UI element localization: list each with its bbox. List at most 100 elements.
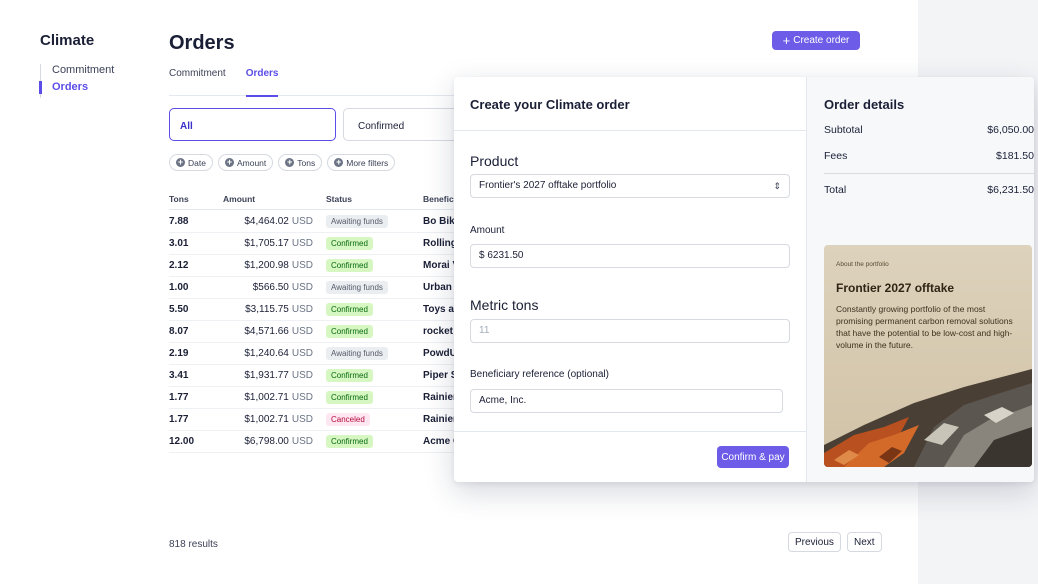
subtotal-row: Subtotal $6,050.00	[824, 124, 1034, 136]
cell-tons: 5.50	[169, 304, 189, 315]
sidebar-title: Climate	[40, 32, 95, 49]
header-status: Status	[326, 194, 352, 204]
product-select[interactable]: Frontier's 2027 offtake portfolio ⇕	[470, 174, 790, 198]
cell-amount: $4,571.66 USD	[223, 321, 313, 343]
amount-value: $1,200.98	[244, 260, 289, 271]
amount-value: $4,571.66	[244, 326, 289, 337]
cell-amount: $566.50 USD	[223, 277, 313, 299]
amount-value: $1,002.71	[244, 414, 289, 425]
status-badge: Awaiting funds	[326, 347, 388, 360]
cell-status: Confirmed	[326, 431, 373, 453]
divider	[454, 130, 806, 131]
next-button[interactable]: Next	[847, 532, 882, 552]
metric-tons-label: Metric tons	[470, 297, 539, 313]
card-title: Frontier 2027 offtake	[836, 281, 955, 295]
cell-tons: 8.07	[169, 326, 189, 337]
chip-label: More filters	[346, 157, 389, 168]
filter-card-confirmed[interactable]: Confirmed	[343, 108, 463, 141]
page-title: Orders	[169, 32, 235, 54]
currency-label: USD	[291, 436, 313, 447]
cell-beneficiary: rocket	[423, 326, 454, 337]
status-badge: Confirmed	[326, 325, 373, 338]
cell-status: Canceled	[326, 409, 370, 431]
chip-label: Date	[188, 157, 206, 168]
amount-value: $3,115.75	[245, 304, 289, 315]
sidebar-item-orders[interactable]: Orders	[39, 81, 140, 98]
filter-chips: + Date + Amount + Tons + More filters	[169, 154, 396, 171]
status-badge: Confirmed	[326, 237, 373, 250]
cell-tons: 3.01	[169, 238, 189, 249]
currency-label: USD	[291, 282, 313, 293]
fees-row: Fees $181.50	[824, 150, 1034, 162]
chip-label: Tons	[297, 157, 316, 168]
currency-label: USD	[291, 414, 313, 425]
chip-label: Amount	[236, 157, 267, 168]
create-order-label: Create order	[793, 35, 850, 46]
amount-value: $566.50	[252, 282, 289, 293]
beneficiary-ref-input[interactable]: Acme, Inc.	[470, 389, 783, 413]
amount-value: $6,798.00	[244, 436, 289, 447]
amount-input[interactable]: $ 6231.50	[470, 244, 790, 268]
tabs: Commitment Orders	[169, 68, 459, 97]
cell-tons: 1.00	[169, 282, 189, 293]
amount-value: $1,240.64	[244, 348, 289, 359]
cell-tons: 1.77	[169, 392, 189, 403]
cell-tons: 3.41	[169, 370, 189, 381]
sidebar-item-commitment[interactable]: Commitment	[41, 64, 140, 81]
status-badge: Confirmed	[326, 303, 373, 316]
metric-tons-input[interactable]: 11	[470, 319, 790, 343]
status-badge: Confirmed	[326, 259, 373, 272]
plus-circle-icon: +	[176, 157, 185, 167]
cell-beneficiary: Rainier	[423, 392, 457, 403]
cell-tons: 7.88	[169, 216, 189, 227]
fees-label: Fees	[824, 150, 848, 162]
currency-label: USD	[291, 392, 313, 403]
portfolio-card: About the portfolio Frontier 2027 offtak…	[824, 245, 1032, 467]
total-row: Total $6,231.50	[824, 184, 1034, 196]
amount-value: $4,464.02	[244, 216, 289, 227]
currency-label: USD	[291, 304, 313, 315]
currency-label: USD	[291, 238, 313, 249]
status-badge: Awaiting funds	[326, 281, 388, 294]
header-tons: Tons	[169, 194, 189, 204]
cell-beneficiary: PowdU	[423, 348, 457, 359]
chip-amount[interactable]: + Amount	[217, 154, 274, 171]
chip-date[interactable]: + Date	[169, 154, 213, 171]
tab-orders[interactable]: Orders	[245, 68, 278, 97]
header-beneficiary: Benefic	[423, 194, 454, 204]
cell-tons: 2.19	[169, 348, 189, 359]
tab-commitment[interactable]: Commitment	[169, 68, 226, 96]
subtotal-label: Subtotal	[824, 124, 863, 136]
header-amount: Amount	[223, 194, 256, 204]
confirm-pay-button[interactable]: Confirm & pay	[717, 446, 789, 468]
product-value: Frontier's 2027 offtake portfolio	[479, 180, 617, 191]
card-description: Constantly growing portfolio of the most…	[836, 304, 1013, 350]
form-title: Create your Climate order	[470, 97, 630, 112]
create-order-button[interactable]: + Create order	[772, 31, 860, 50]
divider	[454, 431, 806, 432]
chip-more-filters[interactable]: + More filters	[327, 154, 396, 171]
cell-status: Awaiting funds	[326, 343, 388, 365]
results-count: 818 results	[169, 539, 218, 550]
cell-status: Confirmed	[326, 321, 373, 343]
order-details-title: Order details	[824, 97, 905, 112]
cell-status: Awaiting funds	[326, 211, 388, 233]
filter-card-all[interactable]: All	[169, 108, 336, 141]
create-order-modal: Create your Climate order Product Fronti…	[454, 77, 1034, 482]
status-badge: Confirmed	[326, 391, 373, 404]
status-badge: Confirmed	[326, 369, 373, 382]
plus-circle-icon: +	[224, 157, 234, 167]
previous-button[interactable]: Previous	[788, 532, 841, 552]
cell-status: Confirmed	[326, 255, 373, 277]
cell-beneficiary: Piper S	[423, 370, 458, 381]
status-badge: Canceled	[326, 413, 370, 426]
chip-tons[interactable]: + Tons	[278, 154, 323, 171]
status-badge: Awaiting funds	[326, 215, 388, 228]
cell-amount: $1,705.17 USD	[223, 233, 313, 255]
plus-icon: +	[782, 32, 791, 48]
card-eyebrow: About the portfolio	[836, 261, 889, 268]
cell-status: Confirmed	[326, 299, 373, 321]
cell-tons: 1.77	[169, 414, 189, 425]
sidebar-nav: Commitment Orders	[39, 64, 140, 98]
cell-status: Confirmed	[326, 233, 373, 255]
